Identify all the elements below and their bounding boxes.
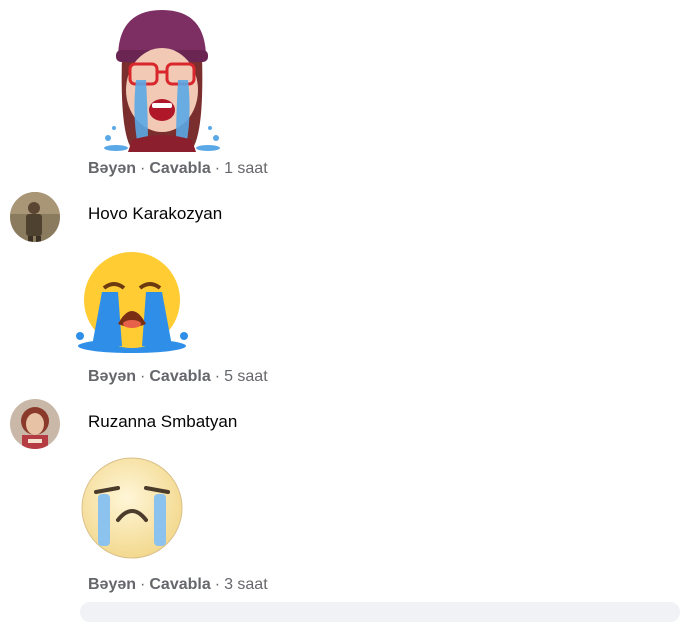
comment-input-box[interactable]: [80, 602, 680, 622]
crying-face-emoji: [74, 456, 190, 560]
comment-actions: Bəyən · Cavabla · 3 saat: [88, 576, 268, 594]
reply-link[interactable]: Cavabla: [149, 368, 210, 385]
comment-timestamp[interactable]: 1 saat: [224, 160, 268, 177]
memoji-crying-girl-sticker: [92, 6, 232, 154]
like-link[interactable]: Bəyən: [88, 368, 136, 385]
comment-author-name[interactable]: Hovo Karakozyan: [88, 204, 222, 224]
separator: ·: [214, 368, 221, 385]
comment-author-name[interactable]: Ruzanna Smbatyan: [88, 412, 237, 432]
loudly-crying-face-emoji: [74, 248, 190, 354]
like-link[interactable]: Bəyən: [88, 160, 136, 177]
comment-timestamp[interactable]: 3 saat: [224, 576, 268, 593]
reply-link[interactable]: Cavabla: [149, 576, 210, 593]
reply-link[interactable]: Cavabla: [149, 160, 210, 177]
avatar[interactable]: [10, 399, 60, 449]
like-link[interactable]: Bəyən: [88, 576, 136, 593]
separator: ·: [140, 160, 146, 177]
avatar[interactable]: [10, 192, 60, 242]
separator: ·: [214, 160, 221, 177]
comment-actions: Bəyən · Cavabla · 5 saat: [88, 368, 268, 386]
separator: ·: [140, 576, 146, 593]
comment-timestamp[interactable]: 5 saat: [224, 368, 268, 385]
separator: ·: [214, 576, 221, 593]
comment-actions: Bəyən · Cavabla · 1 saat: [88, 160, 268, 178]
separator: ·: [140, 368, 146, 385]
